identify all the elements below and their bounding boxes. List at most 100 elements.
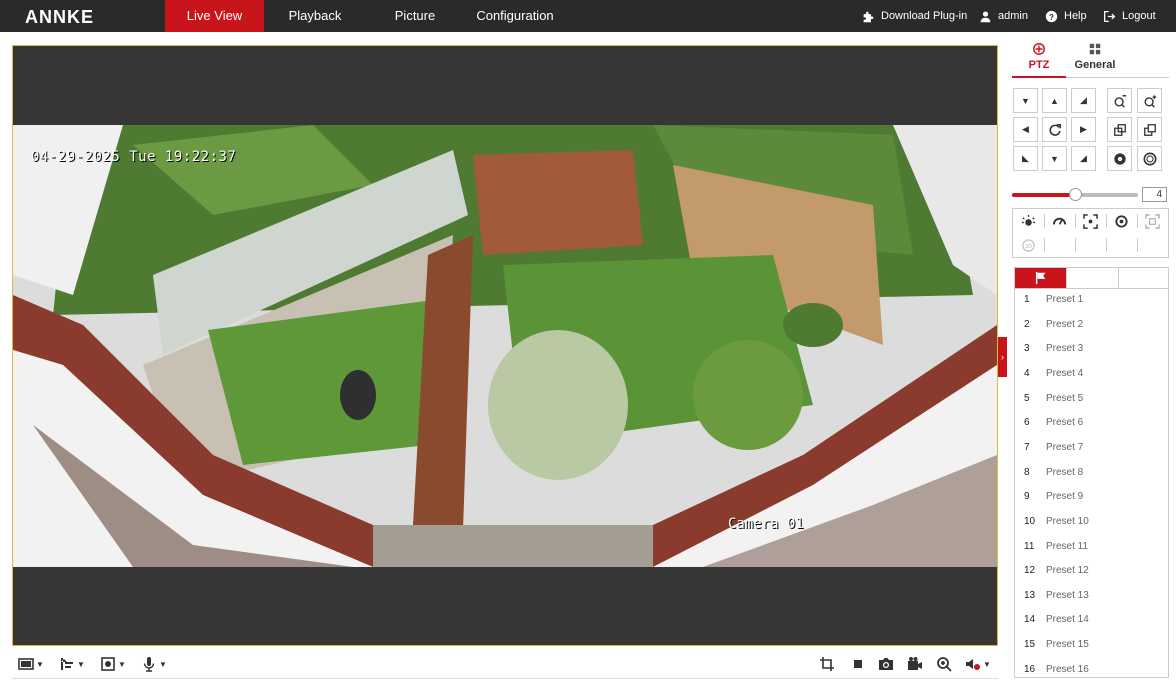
preset-name: Preset 13 <box>1046 589 1089 601</box>
brand-logo: ANNKE <box>25 7 95 27</box>
help-link[interactable]: ? Help <box>1045 0 1087 32</box>
zoom-in-button[interactable] <box>1137 88 1162 113</box>
ptz-speed-handle[interactable] <box>1069 188 1082 201</box>
iris-open-icon <box>1143 152 1156 165</box>
preset-row[interactable]: 10 Preset 10 <box>1015 510 1168 534</box>
tab-general[interactable]: General <box>1068 40 1122 78</box>
tab-patrols[interactable] <box>1067 268 1119 288</box>
record-button[interactable] <box>907 654 923 674</box>
light-button[interactable] <box>1013 209 1044 233</box>
grid-divider <box>1106 238 1107 252</box>
window-layout-button[interactable]: ▼ <box>18 654 44 674</box>
preset-name: Preset 1 <box>1046 294 1084 305</box>
plugin-select-button[interactable]: ▼ <box>100 654 126 674</box>
preset-row[interactable]: 5 Preset 5 <box>1015 387 1168 411</box>
preset-row[interactable]: 4 Preset 4 <box>1015 362 1168 386</box>
tab-patterns[interactable] <box>1119 268 1169 288</box>
preset-name: Preset 10 <box>1046 515 1089 527</box>
iris-open-button[interactable] <box>1137 146 1162 171</box>
preset-name: Preset 16 <box>1046 663 1089 675</box>
preset-name: Preset 3 <box>1046 343 1084 355</box>
preset-row[interactable]: 2 Preset 2 <box>1015 313 1168 337</box>
preset-row[interactable]: 9 Preset 9 <box>1015 485 1168 509</box>
preset-name: Preset 15 <box>1046 639 1089 651</box>
tab-playback[interactable]: Playback <box>265 0 365 32</box>
digital-crop-button[interactable] <box>819 654 835 674</box>
live-view-toolbar: ▼ ▼ ▼ ▼ ▼ <box>12 649 998 679</box>
tilt-up-button[interactable]: ▲ <box>1042 88 1067 113</box>
audio-talk-button[interactable]: ▼ <box>141 654 167 674</box>
zoom-out-button[interactable] <box>1107 88 1132 113</box>
digital-zoom-button[interactable] <box>936 654 952 674</box>
audio-volume-button[interactable]: ▼ <box>965 654 991 674</box>
pan-down-left-button[interactable]: ▼ <box>1013 88 1038 113</box>
pan-down-right-button[interactable]: ◢ <box>1071 146 1096 171</box>
manual-tracking-button[interactable] <box>1137 209 1168 233</box>
preset-number: 5 <box>1024 392 1030 404</box>
stop-live-button[interactable] <box>850 654 866 674</box>
capture-button[interactable] <box>878 654 894 674</box>
preset-row[interactable]: 15 Preset 15 <box>1015 633 1168 657</box>
wiper-button[interactable] <box>1044 209 1075 233</box>
top-navigation-bar: ANNKE Live View Playback Picture Configu… <box>0 0 1176 32</box>
lens-init-icon <box>1115 214 1128 228</box>
arrow-down-icon: ▼ <box>1021 95 1030 106</box>
tab-configuration[interactable]: Configuration <box>465 0 565 32</box>
pan-right-button[interactable]: ▶ <box>1071 117 1096 142</box>
grid-divider <box>1044 238 1045 252</box>
preset-row[interactable]: 11 Preset 11 <box>1015 535 1168 559</box>
download-plugin-link[interactable]: Download Plug-in <box>862 0 967 32</box>
microphone-icon <box>143 657 155 672</box>
tab-picture[interactable]: Picture <box>365 0 465 32</box>
preset-row[interactable]: 7 Preset 7 <box>1015 436 1168 460</box>
focus-near-button[interactable] <box>1107 117 1132 142</box>
light-icon <box>1021 214 1036 226</box>
flag-icon <box>1035 271 1046 285</box>
help-icon: ? <box>1045 10 1058 22</box>
preset-row[interactable]: 14 Preset 14 <box>1015 608 1168 632</box>
pan-up-right-button[interactable]: ◢ <box>1071 88 1096 113</box>
tilt-down-button[interactable]: ▼ <box>1042 146 1067 171</box>
iris-close-button[interactable] <box>1107 146 1132 171</box>
camera-video-feed <box>13 125 997 567</box>
stream-select-button[interactable]: ▼ <box>59 654 85 674</box>
tab-presets[interactable] <box>1015 268 1067 288</box>
chevron-down-icon: ▼ <box>36 659 44 669</box>
logout-link[interactable]: Logout <box>1103 0 1156 32</box>
ptz-speed-slider[interactable] <box>1012 188 1138 201</box>
speaker-muted-icon <box>966 659 980 670</box>
3d-positioning-button[interactable]: 3D <box>1013 233 1044 257</box>
preset-row[interactable]: 6 Preset 6 <box>1015 411 1168 435</box>
user-menu[interactable]: admin <box>979 0 1028 32</box>
preset-row[interactable]: 3 Preset 3 <box>1015 337 1168 361</box>
panel-collapse-handle[interactable]: › <box>998 337 1007 377</box>
plugin-icon <box>101 657 115 671</box>
preset-row[interactable]: 1 Preset 1 <box>1015 288 1168 312</box>
chevron-down-icon: ▼ <box>77 659 85 669</box>
preset-row[interactable]: 8 Preset 8 <box>1015 461 1168 485</box>
auto-scan-button[interactable] <box>1042 117 1067 142</box>
pan-left-button[interactable]: ◀ <box>1013 117 1038 142</box>
preset-row[interactable]: 12 Preset 12 <box>1015 559 1168 583</box>
ptz-panel: PTZ General ▼ ▲ ◢ ◀ ▶ ◣ ▼ ◢ 4 3D 1 Prese… <box>1012 38 1169 678</box>
preset-name: Preset 12 <box>1046 565 1089 577</box>
tab-ptz[interactable]: PTZ <box>1012 40 1066 78</box>
user-icon <box>980 10 991 22</box>
live-video-viewport[interactable]: 04-29-2025 Tue 19:22:37 Camera 01 <box>12 45 998 646</box>
preset-row[interactable]: 13 Preset 13 <box>1015 584 1168 608</box>
ptz-speed-fill <box>1012 193 1075 197</box>
svg-text:3D: 3D <box>1025 243 1032 249</box>
focus-far-button[interactable] <box>1137 117 1162 142</box>
preset-row[interactable]: 16 Preset 16 <box>1015 658 1168 677</box>
chevron-down-icon: ▼ <box>983 659 991 669</box>
preset-tab-bar <box>1014 267 1169 289</box>
pan-down-left-2-button[interactable]: ◣ <box>1013 146 1038 171</box>
auxiliary-focus-button[interactable] <box>1075 209 1106 233</box>
tab-live-view[interactable]: Live View <box>165 0 264 32</box>
preset-name: Preset 7 <box>1046 441 1084 453</box>
tab-ptz-label: PTZ <box>1028 59 1050 71</box>
osd-datetime: 04-29-2025 Tue 19:22:37 <box>31 149 237 165</box>
camera-icon <box>879 658 893 670</box>
lens-init-button[interactable] <box>1106 209 1137 233</box>
preset-number: 11 <box>1024 540 1035 552</box>
